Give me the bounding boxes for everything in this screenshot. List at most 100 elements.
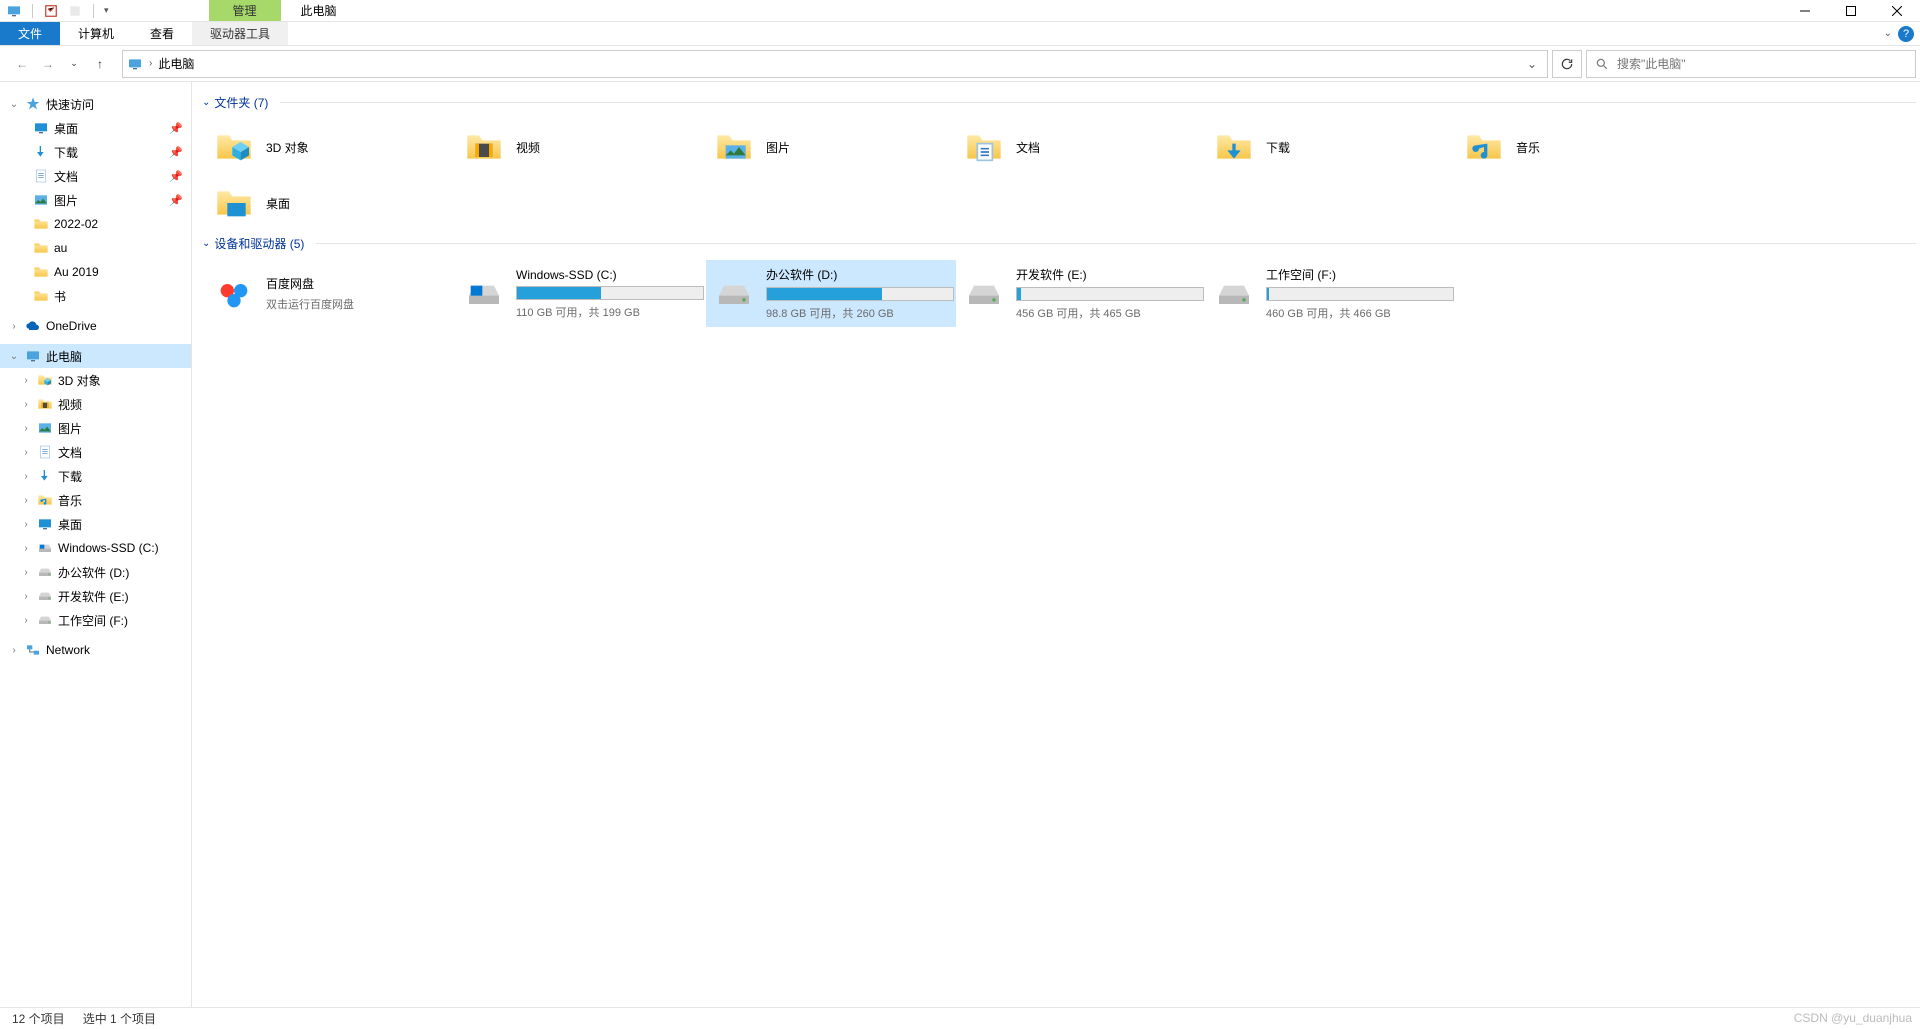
nav-history-dropdown[interactable]: ⌄ [62,52,86,76]
sidebar-item-pc[interactable]: › 桌面 [0,512,191,536]
sidebar-item-pc[interactable]: › 3D 对象 [0,368,191,392]
maximize-button[interactable] [1828,0,1874,22]
sidebar-item-label: Au 2019 [54,265,99,279]
sidebar-item-pc[interactable]: › 文档 [0,440,191,464]
sidebar-item-quick[interactable]: 下载 📌 [0,140,191,164]
chevron-right-icon[interactable]: › [20,615,32,626]
sidebar-item-label: Windows-SSD (C:) [58,541,159,555]
chevron-right-icon[interactable]: › [20,495,32,506]
sidebar-item-pc[interactable]: › 图片 [0,416,191,440]
search-box[interactable] [1586,50,1916,78]
chevron-right-icon[interactable]: › [20,375,32,386]
sidebar-item-pc[interactable]: › 音乐 [0,488,191,512]
folder-item[interactable]: 文档 [956,119,1206,175]
folder-item[interactable]: 音乐 [1456,119,1706,175]
refresh-button[interactable] [1552,50,1582,78]
sidebar-item-pc[interactable]: › 工作空间 (F:) [0,608,191,632]
sidebar-quick-access[interactable]: ⌄ 快速访问 [0,92,191,116]
status-bar: 12 个项目 选中 1 个项目 [0,1007,1920,1029]
music-icon [1464,127,1504,167]
sidebar-item-label: 图片 [54,192,78,209]
folder-icon [32,215,50,233]
documents-icon [32,167,50,185]
folder-item[interactable]: 3D 对象 [206,119,456,175]
sidebar-item-pc[interactable]: › 办公软件 (D:) [0,560,191,584]
address-dropdown-icon[interactable]: ⌄ [1521,57,1543,71]
pin-icon: 📌 [169,122,183,135]
ribbon-tab-drive-tools[interactable]: 驱动器工具 [192,22,288,45]
close-button[interactable] [1874,0,1920,22]
chevron-down-icon[interactable]: ⌄ [8,351,20,362]
chevron-right-icon[interactable]: › [20,519,32,530]
folder-item[interactable]: 下载 [1206,119,1456,175]
sidebar-item-quick[interactable]: 2022-02 [0,212,191,236]
breadcrumb[interactable]: 此电脑 [158,55,194,72]
chevron-right-icon[interactable]: › [20,567,32,578]
address-bar[interactable]: › 此电脑 ⌄ [122,50,1548,78]
ribbon-tab-computer[interactable]: 计算机 [60,22,132,45]
folder-label: 音乐 [1516,139,1540,156]
sidebar-item-label: 音乐 [58,492,82,509]
sidebar-item-label: 文档 [58,444,82,461]
sidebar-this-pc[interactable]: ⌄ 此电脑 [0,344,191,368]
sidebar-item-pc[interactable]: › 开发软件 (E:) [0,584,191,608]
ribbon-tab-file[interactable]: 文件 [0,22,60,45]
drive-item[interactable]: 百度网盘双击运行百度网盘 [206,260,456,327]
help-icon[interactable]: ? [1898,26,1914,42]
sidebar-item-quick[interactable]: Au 2019 [0,260,191,284]
nav-back-button[interactable]: ← [10,52,34,76]
sidebar-item-quick[interactable]: 桌面 📌 [0,116,191,140]
sidebar-item-pc[interactable]: › 下载 [0,464,191,488]
folder-icon [32,287,50,305]
drive-label: 办公软件 (D:) [766,266,954,283]
drive-item[interactable]: 开发软件 (E:) 456 GB 可用，共 465 GB [956,260,1206,327]
chevron-right-icon[interactable]: › [8,321,20,332]
search-input[interactable] [1617,57,1907,71]
drive-icon [714,274,754,314]
folder-item[interactable]: 桌面 [206,175,456,231]
video-icon [464,127,504,167]
sidebar-item-quick[interactable]: au [0,236,191,260]
sidebar-item-label: 工作空间 (F:) [58,612,128,629]
group-header-folders[interactable]: ⌄ 文件夹 (7) [202,94,1916,111]
chevron-right-icon[interactable]: › [20,423,32,434]
sidebar-network[interactable]: › Network [0,638,191,662]
folder-label: 视频 [516,139,540,156]
drive-item[interactable]: Windows-SSD (C:) 110 GB 可用，共 199 GB [456,260,706,327]
qat-dropdown-icon[interactable]: ▾ [104,5,109,16]
ribbon-tab-view[interactable]: 查看 [132,22,192,45]
desktop-icon [32,119,50,137]
sidebar-item-label: 2022-02 [54,217,98,231]
chevron-right-icon[interactable]: › [8,645,20,656]
folder-item[interactable]: 视频 [456,119,706,175]
drive-icon [964,274,1004,314]
drive-item[interactable]: 工作空间 (F:) 460 GB 可用，共 466 GB [1206,260,1456,327]
minimize-button[interactable] [1782,0,1828,22]
chevron-right-icon[interactable]: › [20,471,32,482]
chevron-down-icon[interactable]: ⌄ [8,99,20,110]
sidebar-item-label: 视频 [58,396,82,413]
sidebar-item-pc[interactable]: › 视频 [0,392,191,416]
folder-item[interactable]: 图片 [706,119,956,175]
context-tab-label: 管理 [209,0,281,21]
sidebar-item-quick[interactable]: 书 [0,284,191,308]
qat-properties-icon[interactable] [43,3,59,19]
chevron-right-icon[interactable]: › [20,399,32,410]
group-header-drives[interactable]: ⌄ 设备和驱动器 (5) [202,235,1916,252]
nav-forward-button[interactable]: → [36,52,60,76]
ribbon-expand-icon[interactable]: ⌄ [1884,28,1892,39]
qat-new-icon[interactable] [67,3,83,19]
title-bar: ▾ 管理 此电脑 [0,0,1920,22]
chevron-right-icon[interactable]: › [20,447,32,458]
chevron-right-icon[interactable]: › [20,591,32,602]
sidebar-item-quick[interactable]: 图片 📌 [0,188,191,212]
desktop-icon [214,183,254,223]
sidebar-item-label: 下载 [58,468,82,485]
nav-up-button[interactable]: ↑ [88,52,112,76]
address-chevron-icon[interactable]: › [149,58,152,69]
drive-item[interactable]: 办公软件 (D:) 98.8 GB 可用，共 260 GB [706,260,956,327]
sidebar-item-pc[interactable]: › Windows-SSD (C:) [0,536,191,560]
sidebar-onedrive[interactable]: › OneDrive [0,314,191,338]
sidebar-item-quick[interactable]: 文档 📌 [0,164,191,188]
chevron-right-icon[interactable]: › [20,543,32,554]
